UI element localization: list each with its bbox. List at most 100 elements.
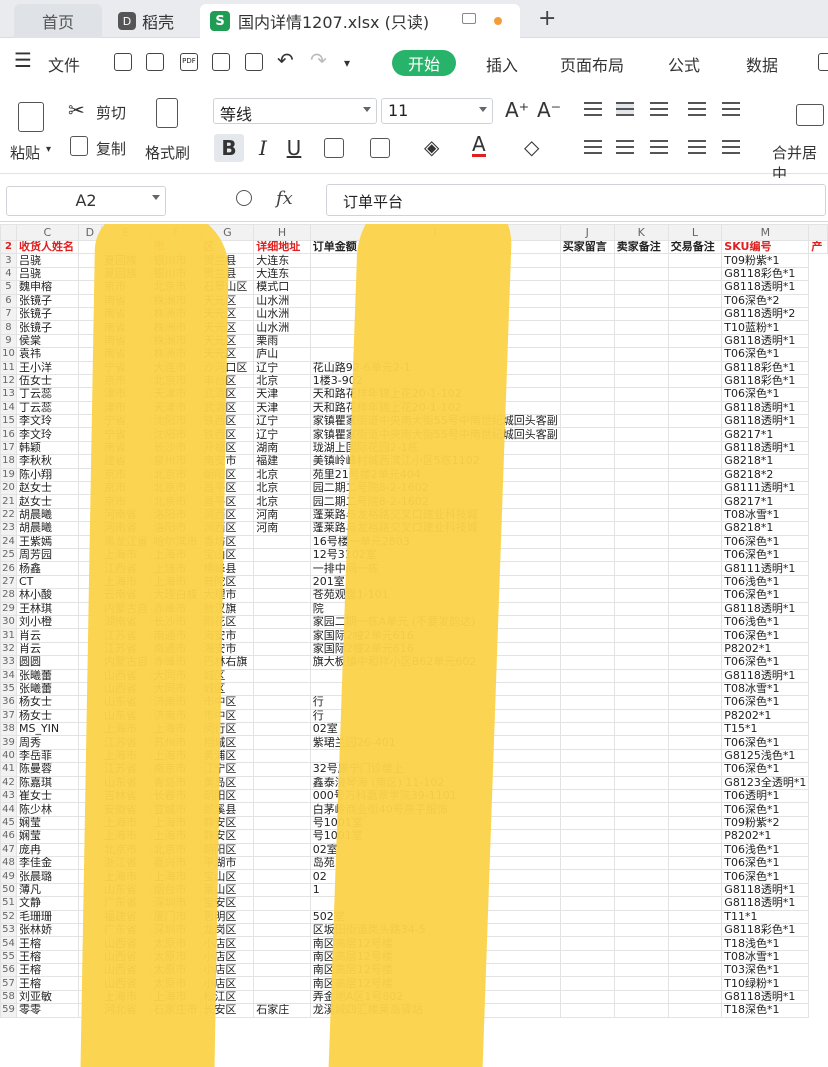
row-number[interactable]: 31 <box>0 628 17 643</box>
cell[interactable] <box>613 842 669 857</box>
cell[interactable] <box>559 574 615 590</box>
font-size-dropdown-icon[interactable] <box>479 107 487 112</box>
cell[interactable] <box>667 869 723 884</box>
cell[interactable] <box>613 775 669 791</box>
cell[interactable] <box>613 896 669 911</box>
cell[interactable]: 韩颖 <box>15 440 79 456</box>
cell[interactable] <box>253 922 311 938</box>
row-number[interactable]: 50 <box>0 882 17 898</box>
cell[interactable] <box>613 722 669 737</box>
font-color-icon[interactable]: A <box>472 134 486 157</box>
cell[interactable] <box>667 588 723 603</box>
cell[interactable] <box>253 789 311 804</box>
cell[interactable]: T08冰雪*1 <box>721 949 810 965</box>
row-number[interactable]: 32 <box>0 641 17 657</box>
cut-button[interactable]: 剪切 <box>96 102 126 123</box>
cell[interactable] <box>559 306 615 322</box>
cell[interactable]: MS_YIN <box>15 722 79 737</box>
cell[interactable] <box>253 708 311 724</box>
cell[interactable] <box>667 400 723 416</box>
row-number[interactable]: 22 <box>0 507 17 523</box>
cell[interactable] <box>559 695 615 710</box>
cell[interactable] <box>253 614 311 630</box>
cell[interactable] <box>559 855 615 871</box>
tab-current-file[interactable]: S 国内详情1207.xlsx (只读) <box>200 4 520 38</box>
cell[interactable]: 北京 <box>253 494 311 509</box>
cell[interactable]: G8118彩色*1 <box>721 922 810 938</box>
cell[interactable]: 陈少林 <box>15 802 79 817</box>
cell[interactable]: T06深色*1 <box>721 347 810 362</box>
name-box[interactable]: A2 <box>6 186 166 216</box>
row-number[interactable]: 3 <box>0 253 17 268</box>
cell[interactable] <box>253 681 311 697</box>
more-icon[interactable] <box>818 53 828 71</box>
column-header-m[interactable]: M <box>721 224 810 241</box>
cell[interactable] <box>613 909 669 924</box>
cell[interactable] <box>559 400 615 416</box>
cell[interactable]: 杨女士 <box>15 708 79 724</box>
row-number[interactable]: 20 <box>0 481 17 496</box>
cell[interactable] <box>667 976 723 991</box>
cell[interactable] <box>667 253 723 268</box>
cell[interactable]: 刘亚敏 <box>15 989 79 1005</box>
cell[interactable] <box>253 869 311 884</box>
cell[interactable] <box>253 574 311 590</box>
cell[interactable] <box>667 360 723 375</box>
cell[interactable]: 大连东 <box>253 266 311 282</box>
cell[interactable]: 赵女士 <box>15 481 79 496</box>
cell[interactable] <box>559 481 615 496</box>
cell[interactable] <box>667 1003 723 1018</box>
row-number[interactable]: 14 <box>0 400 17 416</box>
cell[interactable]: G8118透明*1 <box>721 440 810 456</box>
cell[interactable] <box>559 280 615 295</box>
cell[interactable] <box>559 681 615 697</box>
cell[interactable] <box>667 521 723 536</box>
cell[interactable]: 庐山 <box>253 347 311 362</box>
align-right-icon[interactable] <box>650 140 668 154</box>
cell[interactable] <box>559 963 615 978</box>
cell[interactable]: 大连东 <box>253 253 311 268</box>
cell[interactable] <box>667 601 723 616</box>
cell[interactable] <box>613 641 669 657</box>
cell[interactable] <box>613 655 669 670</box>
cell[interactable] <box>613 494 669 509</box>
cell[interactable] <box>559 507 615 523</box>
row-number[interactable]: 33 <box>0 655 17 670</box>
cell[interactable] <box>559 534 615 549</box>
cell[interactable] <box>613 815 669 831</box>
distributed-icon[interactable] <box>722 140 740 154</box>
cell[interactable] <box>613 521 669 536</box>
cell[interactable]: 杨鑫 <box>15 561 79 576</box>
menu-insert[interactable]: 插入 <box>486 52 518 76</box>
cell[interactable]: CT <box>15 574 79 590</box>
cell[interactable] <box>667 815 723 831</box>
cell[interactable]: 李文玲 <box>15 414 79 429</box>
cell[interactable] <box>667 373 723 389</box>
row-number[interactable]: 56 <box>0 963 17 978</box>
cell[interactable] <box>667 440 723 456</box>
cell[interactable] <box>559 494 615 509</box>
cell[interactable]: 肖云 <box>15 641 79 657</box>
cell[interactable] <box>667 842 723 857</box>
cell[interactable]: T18深色*1 <box>721 1003 810 1018</box>
cell[interactable]: 模式口 <box>253 280 311 295</box>
cell[interactable] <box>559 655 615 670</box>
fx-icon[interactable]: fx <box>276 188 293 209</box>
row-number[interactable]: 15 <box>0 414 17 429</box>
cell[interactable]: 张镜子 <box>15 306 79 322</box>
cell[interactable] <box>613 922 669 938</box>
cell[interactable] <box>559 896 615 911</box>
pdf-icon[interactable]: PDF <box>180 53 198 71</box>
row-number[interactable]: 40 <box>0 748 17 764</box>
name-box-dropdown-icon[interactable] <box>152 195 160 200</box>
cell[interactable] <box>613 333 669 349</box>
cell[interactable]: 刘小橙 <box>15 614 79 630</box>
cell[interactable]: T06深色*1 <box>721 762 810 777</box>
fill-format-icon[interactable] <box>370 138 390 158</box>
cell[interactable]: 李文玲 <box>15 427 79 442</box>
cell[interactable]: 天津 <box>253 387 311 402</box>
cell[interactable] <box>613 547 669 563</box>
cell[interactable] <box>613 949 669 965</box>
cell[interactable]: G8118透明*1 <box>721 414 810 429</box>
menu-data[interactable]: 数据 <box>746 52 778 76</box>
